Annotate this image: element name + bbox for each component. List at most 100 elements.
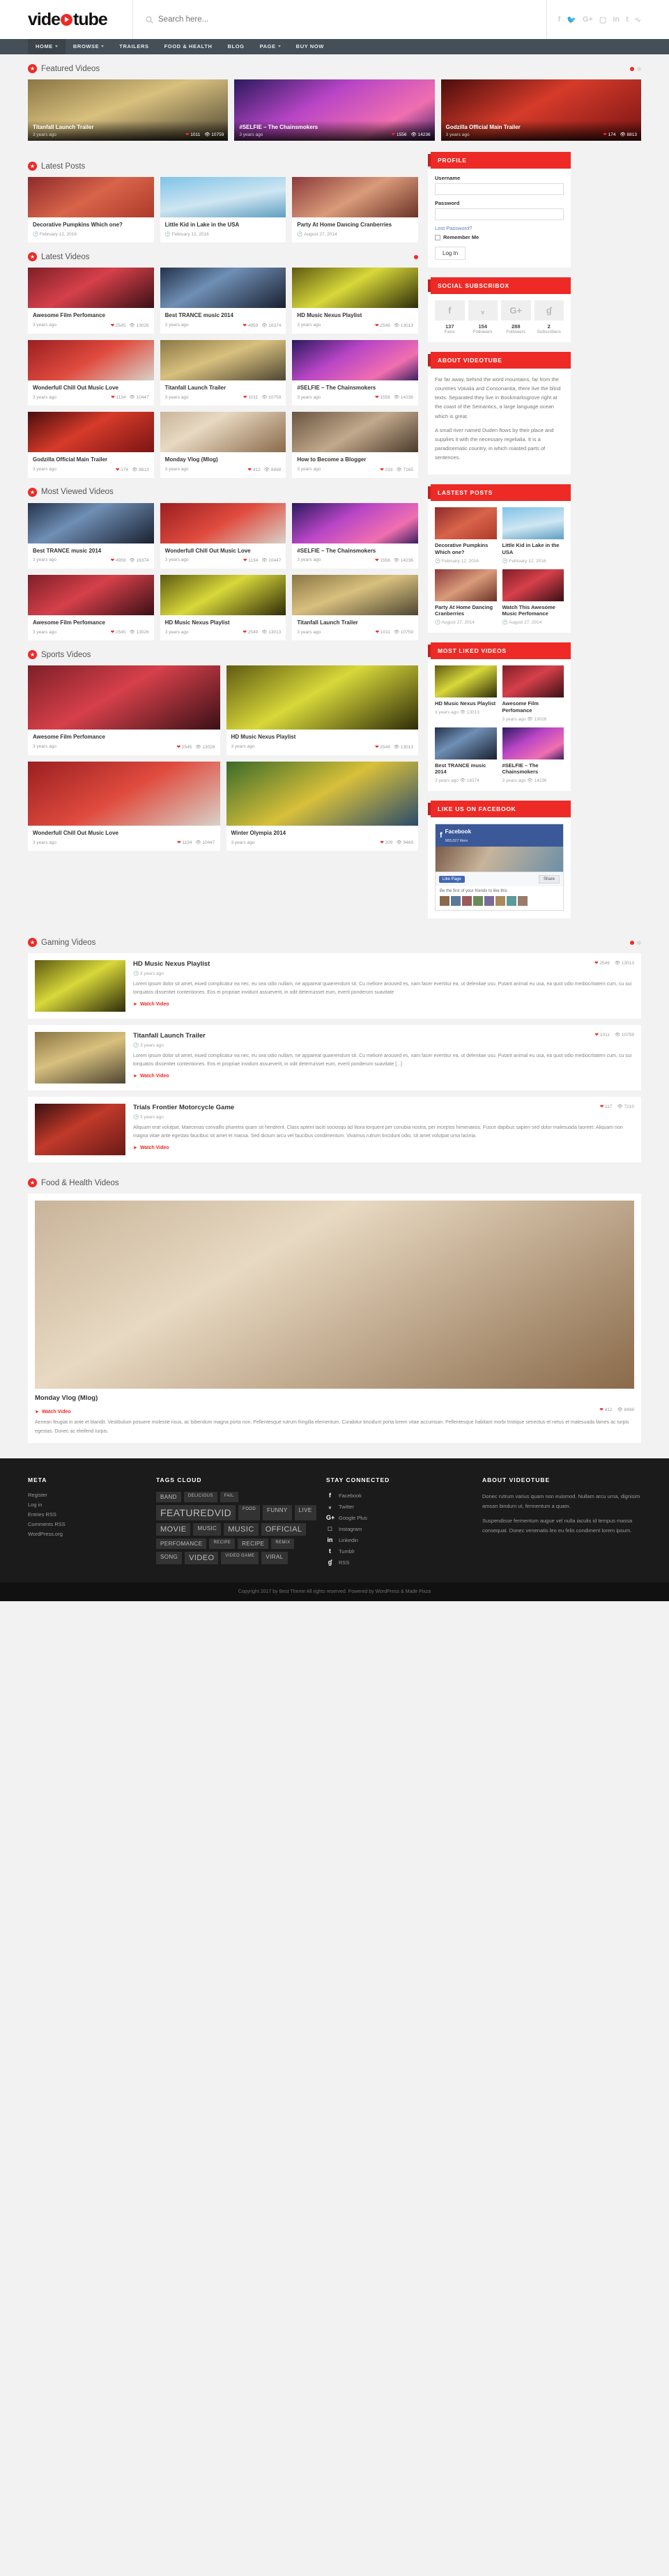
video-thumbnail[interactable] <box>292 574 418 615</box>
video-card[interactable]: Best TRANCE music 2014 3 years ago ❤ 4959 👁… <box>28 502 154 569</box>
video-thumbnail[interactable] <box>28 502 154 543</box>
video-thumbnail[interactable] <box>160 268 286 309</box>
video-card[interactable]: Wonderfull Chill Out Music Love 3 years a… <box>160 502 286 569</box>
watch-video-link[interactable]: ► Watch Video <box>133 1074 169 1079</box>
footer-social-link[interactable]: f Facebook <box>326 1492 472 1499</box>
video-thumbnail[interactable] <box>160 574 286 615</box>
video-card[interactable]: HD Music Nexus Playlist 3 years ago ❤ 2549… <box>292 268 418 334</box>
footer-meta-link[interactable]: Comments RSS <box>28 1521 146 1527</box>
post-card[interactable]: Little Kid in Lake in the USA 🕑 February … <box>160 177 286 243</box>
nav-item-page[interactable]: PAGE <box>252 39 289 54</box>
social-stat-cell[interactable]: G+ 288 Followers <box>501 300 531 334</box>
nav-item-home[interactable]: HOME <box>28 39 66 54</box>
footer-meta-link[interactable]: Entries RSS <box>28 1511 146 1518</box>
video-card[interactable]: Awesome Film Perfomance 3 years ago ❤ 2545… <box>28 574 154 641</box>
site-logo[interactable]: vide tube <box>28 10 132 30</box>
nav-item-browse[interactable]: BROWSE <box>66 39 112 54</box>
video-card[interactable]: Titanfall Launch Trailer 3 years ago ❤ 101… <box>160 339 286 406</box>
post-card[interactable]: Party At Home Dancing Cranberries 🕑 Augus… <box>292 177 418 243</box>
sidebar-post-item[interactable]: Best TRANCE music 2014 3 years ago 👁 1637… <box>435 727 497 783</box>
lost-password-link[interactable]: Lost Password? <box>435 225 564 231</box>
facebook-icon[interactable]: f <box>435 300 465 321</box>
footer-social-link[interactable]: □ Instagram <box>326 1525 472 1532</box>
video-thumbnail[interactable] <box>160 412 286 453</box>
twitter-icon[interactable]: ᵥ <box>468 300 498 321</box>
video-thumbnail[interactable] <box>28 665 220 730</box>
social-stat-cell[interactable]: f 137 Fans <box>435 300 465 334</box>
video-thumbnail[interactable] <box>226 665 418 730</box>
nav-item-blog[interactable]: BLOG <box>220 39 252 54</box>
footer-tag[interactable]: FAIL <box>220 1492 238 1503</box>
video-thumbnail[interactable] <box>292 412 418 453</box>
footer-tag[interactable]: SONG <box>156 1552 183 1565</box>
footer-social-link[interactable]: t Tumblr <box>326 1548 472 1555</box>
watch-video-link[interactable]: ► Watch Video <box>133 1002 169 1007</box>
footer-tag[interactable]: VIDEO <box>185 1552 219 1565</box>
footer-social-link[interactable]: ɠ RSS <box>326 1559 472 1566</box>
carousel-dot[interactable] <box>630 66 634 71</box>
sidebar-thumbnail[interactable] <box>502 665 564 698</box>
sidebar-post-item[interactable]: Little Kid in Lake in the USA 🕑 February … <box>502 507 564 564</box>
food-hero-image[interactable] <box>35 1201 634 1389</box>
carousel-dot[interactable] <box>414 254 418 259</box>
post-thumbnail[interactable] <box>292 177 418 217</box>
carousel-dot[interactable] <box>637 66 641 71</box>
video-card[interactable]: Wonderfull Chill Out Music Love 3 years a… <box>28 339 154 406</box>
video-card[interactable]: Titanfall Launch Trailer 3 years ago ❤ 101… <box>292 574 418 641</box>
carousel-dot[interactable] <box>630 940 634 945</box>
video-card[interactable]: HD Music Nexus Playlist 3 years ago ❤ 2549… <box>226 665 418 755</box>
video-thumbnail[interactable] <box>292 268 418 309</box>
username-field[interactable] <box>435 183 564 195</box>
footer-social-link[interactable]: ᵥ Twitter <box>326 1503 472 1510</box>
featured-carousel-dots[interactable] <box>630 66 641 71</box>
featured-video-card[interactable]: Godzilla Official Main Trailer 3 years ag… <box>440 79 641 141</box>
carousel-dot[interactable] <box>637 940 641 945</box>
video-card[interactable]: Awesome Film Perfomance 3 years ago ❤ 2545… <box>28 665 220 755</box>
facebook-like-button[interactable]: Like Page <box>439 876 465 884</box>
footer-tag[interactable]: FUNNY <box>263 1505 292 1521</box>
footer-tag[interactable]: VIRAL <box>261 1552 288 1565</box>
footer-tag[interactable]: MOVIE <box>156 1523 191 1536</box>
twitter-icon[interactable]: 🐦 <box>567 15 576 24</box>
password-field[interactable] <box>435 208 564 220</box>
sidebar-post-item[interactable]: Awesome Film Perfomance 3 years ago 👁 130… <box>502 665 564 722</box>
footer-tag[interactable]: BAND <box>156 1492 181 1503</box>
facebook-icon[interactable]: f <box>558 15 561 24</box>
sidebar-post-item[interactable]: Watch This Awesome Music Perfomance 🕑 Aug… <box>502 569 564 625</box>
video-thumbnail[interactable] <box>292 339 418 380</box>
footer-social-link[interactable]: G+ Google Plus <box>326 1514 472 1521</box>
sidebar-thumbnail[interactable] <box>502 507 564 540</box>
sidebar-thumbnail[interactable] <box>435 727 497 759</box>
google-plus-icon[interactable]: G+ <box>501 300 531 321</box>
sidebar-thumbnail[interactable] <box>502 569 564 601</box>
linkedin-icon[interactable]: in <box>613 15 620 24</box>
video-card[interactable]: How to Become a Blogger 3 years ago ❤ 233 👁… <box>292 412 418 478</box>
footer-tag[interactable]: FEATUREDVID <box>156 1505 236 1521</box>
video-card[interactable]: #SELFIE – The Chainsmokers 3 years ago ❤ 1… <box>292 339 418 406</box>
social-stat-cell[interactable]: ɠ 2 Subscribers <box>534 300 564 334</box>
sidebar-post-item[interactable]: #SELFIE – The Chainsmokers 3 years ago 👁 … <box>502 727 564 783</box>
video-thumbnail[interactable] <box>160 339 286 380</box>
video-thumbnail[interactable] <box>28 268 154 309</box>
google-plus-icon[interactable]: G+ <box>583 15 593 24</box>
video-thumbnail[interactable] <box>28 574 154 615</box>
footer-tag[interactable]: RECIPE <box>209 1538 236 1550</box>
instagram-icon[interactable]: ▢ <box>599 15 606 24</box>
nav-item-buy-now[interactable]: BUY NOW <box>289 39 332 54</box>
video-thumbnail[interactable] <box>28 339 154 380</box>
footer-tag[interactable]: RECIPE <box>238 1538 269 1550</box>
footer-tag[interactable]: LIVE <box>294 1505 316 1521</box>
featured-video-card[interactable]: #SELFIE – The Chainsmokers 3 years ago ❤ 1… <box>234 79 435 141</box>
search-box[interactable] <box>132 0 547 39</box>
search-input[interactable] <box>158 15 298 24</box>
social-stat-cell[interactable]: ᵥ 154 Followers <box>468 300 498 334</box>
gaming-thumbnail[interactable] <box>35 1032 125 1084</box>
rss-icon[interactable]: ∿ <box>635 15 641 24</box>
remember-me-checkbox[interactable] <box>435 234 440 240</box>
footer-meta-link[interactable]: Register <box>28 1492 146 1498</box>
video-thumbnail[interactable] <box>292 502 418 543</box>
sidebar-thumbnail[interactable] <box>435 569 497 601</box>
video-card[interactable]: #SELFIE – The Chainsmokers 3 years ago ❤ 1… <box>292 502 418 569</box>
sidebar-thumbnail[interactable] <box>435 665 497 698</box>
footer-tag[interactable]: VIDEO GAME <box>221 1552 259 1565</box>
